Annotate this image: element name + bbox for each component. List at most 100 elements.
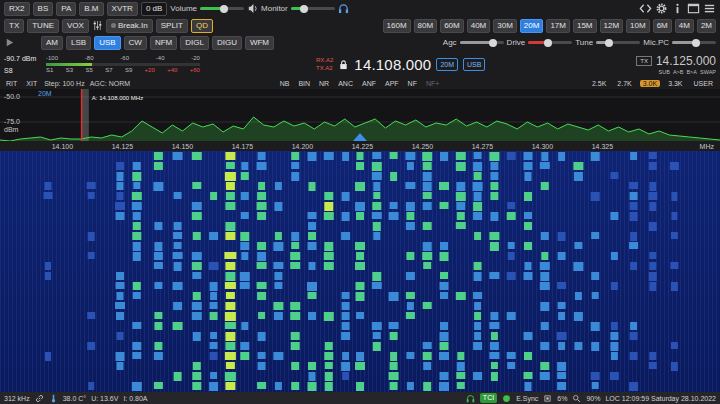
vfo-b-tx[interactable]: TX <box>636 56 652 66</box>
slider-knob[interactable] <box>692 39 700 47</box>
filter-button[interactable]: 3.0K <box>640 80 660 87</box>
slider-knob[interactable] <box>300 5 308 13</box>
band-button[interactable]: 15M <box>573 19 597 33</box>
level-slider[interactable] <box>596 38 640 48</box>
slider-knob[interactable] <box>489 39 497 47</box>
headphones-icon[interactable] <box>338 3 349 14</box>
speaker-icon[interactable] <box>247 3 258 14</box>
info-icon[interactable] <box>671 2 684 15</box>
filter-button[interactable]: 2.7K <box>614 80 634 87</box>
waterfall-signal <box>557 282 566 289</box>
mode-button[interactable]: CW <box>124 36 147 50</box>
vfo-a-mode[interactable]: USB <box>463 58 485 71</box>
split-button[interactable]: SPLIT <box>156 19 188 33</box>
toolbar-button[interactable]: PA <box>56 2 76 16</box>
band-button[interactable]: 160M <box>383 19 411 33</box>
mode-button[interactable]: WFM <box>245 36 274 50</box>
tci-indicator[interactable]: TCI <box>480 393 497 403</box>
mode-button[interactable]: DIGL <box>180 36 209 50</box>
level-slider[interactable] <box>528 38 572 48</box>
band-button[interactable]: 80M <box>414 19 438 33</box>
agc-selector[interactable]: AGC: NORM <box>90 80 130 87</box>
band-button[interactable]: 17M <box>546 19 570 33</box>
waterfall-signal <box>440 272 448 279</box>
filter-button[interactable]: 3.3K <box>665 80 685 87</box>
waterfall-signal <box>440 252 449 261</box>
mode-button[interactable]: LSB <box>66 36 91 50</box>
menu-icon[interactable] <box>703 2 716 15</box>
band-button[interactable]: 10M <box>626 19 650 33</box>
play-icon[interactable] <box>4 37 15 48</box>
gear-icon[interactable] <box>655 2 668 15</box>
band-button[interactable]: 2M <box>697 19 716 33</box>
level-slider[interactable] <box>672 38 716 48</box>
filter-button[interactable]: 2.5K <box>589 80 609 87</box>
code-icon[interactable] <box>639 2 652 15</box>
dsp-button[interactable]: BIN <box>296 80 312 87</box>
monitor-slider[interactable] <box>291 4 335 14</box>
waterfall-signal <box>474 172 482 180</box>
dsp-button[interactable]: NR <box>317 80 331 87</box>
waterfall-signal <box>225 342 235 350</box>
vfo-marker[interactable] <box>81 89 83 141</box>
vfo-b-button[interactable]: B>A <box>686 69 697 75</box>
dsp-button[interactable]: ANF <box>360 80 378 87</box>
headphones-icon[interactable] <box>466 394 475 403</box>
mode-button[interactable]: NFM <box>150 36 177 50</box>
toolbar-button[interactable]: RX2 <box>4 2 30 16</box>
dsp-button[interactable]: NF+ <box>424 80 441 87</box>
slider-knob[interactable] <box>544 39 552 47</box>
tx-button[interactable]: TX <box>4 19 24 33</box>
spectrum-panel[interactable]: -50.0-75.0 dBm 20M A: 14.108.000 MHz 14.… <box>0 89 720 151</box>
x-tick: 14.325 <box>592 142 613 151</box>
break-in-button[interactable]: Break.In <box>106 19 153 33</box>
band-button[interactable]: 4M <box>675 19 694 33</box>
equalizer-icon[interactable] <box>92 20 103 31</box>
level-slider[interactable] <box>460 38 504 48</box>
band-button[interactable]: 12M <box>600 19 624 33</box>
vfo-b-button[interactable]: A>B <box>673 69 684 75</box>
filter-button[interactable]: USER <box>691 80 716 87</box>
band-button[interactable]: 20M <box>520 19 544 33</box>
volume-slider[interactable] <box>200 4 244 14</box>
vfo-b-frequency[interactable]: 14.125.000 <box>656 54 716 68</box>
vfo-b-button[interactable]: SUB <box>659 69 670 75</box>
lock-icon[interactable] <box>338 59 349 70</box>
mode-button[interactable]: AM <box>41 36 63 50</box>
slider-knob[interactable] <box>220 5 228 13</box>
waterfall-signal <box>649 362 657 369</box>
gain-button[interactable]: 0 dB <box>141 2 167 16</box>
rit-button[interactable]: RIT <box>4 80 19 87</box>
waterfall[interactable] <box>0 151 720 392</box>
center-marker-icon[interactable] <box>353 133 367 141</box>
band-button[interactable]: 6M <box>653 19 672 33</box>
slider-knob[interactable] <box>605 39 613 47</box>
tx-button[interactable]: VOX <box>62 19 89 33</box>
toolbar-button[interactable]: BS <box>33 2 54 16</box>
waterfall-signal <box>507 312 516 320</box>
step-selector[interactable]: Step: 100 Hz <box>44 80 84 87</box>
window-icon[interactable] <box>687 2 700 15</box>
qd-button[interactable]: QD <box>191 19 213 33</box>
tx-button[interactable]: TUNE <box>27 19 59 33</box>
waterfall-signal <box>372 202 381 210</box>
vfo-a-band[interactable]: 20M <box>436 58 458 71</box>
waterfall-signal <box>307 282 317 291</box>
dsp-button[interactable]: NF <box>406 80 419 87</box>
band-button[interactable]: 40M <box>467 19 491 33</box>
passband[interactable] <box>82 89 89 141</box>
xit-button[interactable]: XIT <box>24 80 39 87</box>
waterfall-signal <box>630 152 637 160</box>
link-icon[interactable] <box>35 394 44 403</box>
vfo-b-button[interactable]: SWAP <box>700 69 716 75</box>
toolbar-button[interactable]: B.M <box>79 2 103 16</box>
band-button[interactable]: 30M <box>493 19 517 33</box>
band-button[interactable]: 60M <box>440 19 464 33</box>
mode-button[interactable]: DIGU <box>212 36 242 50</box>
toolbar-button[interactable]: XVTR <box>107 2 138 16</box>
mode-button[interactable]: USB <box>94 36 120 50</box>
vfo-a-frequency[interactable]: 14.108.000 <box>354 56 431 73</box>
dsp-button[interactable]: ANC <box>336 80 355 87</box>
dsp-button[interactable]: NB <box>278 80 292 87</box>
dsp-button[interactable]: APF <box>383 80 401 87</box>
